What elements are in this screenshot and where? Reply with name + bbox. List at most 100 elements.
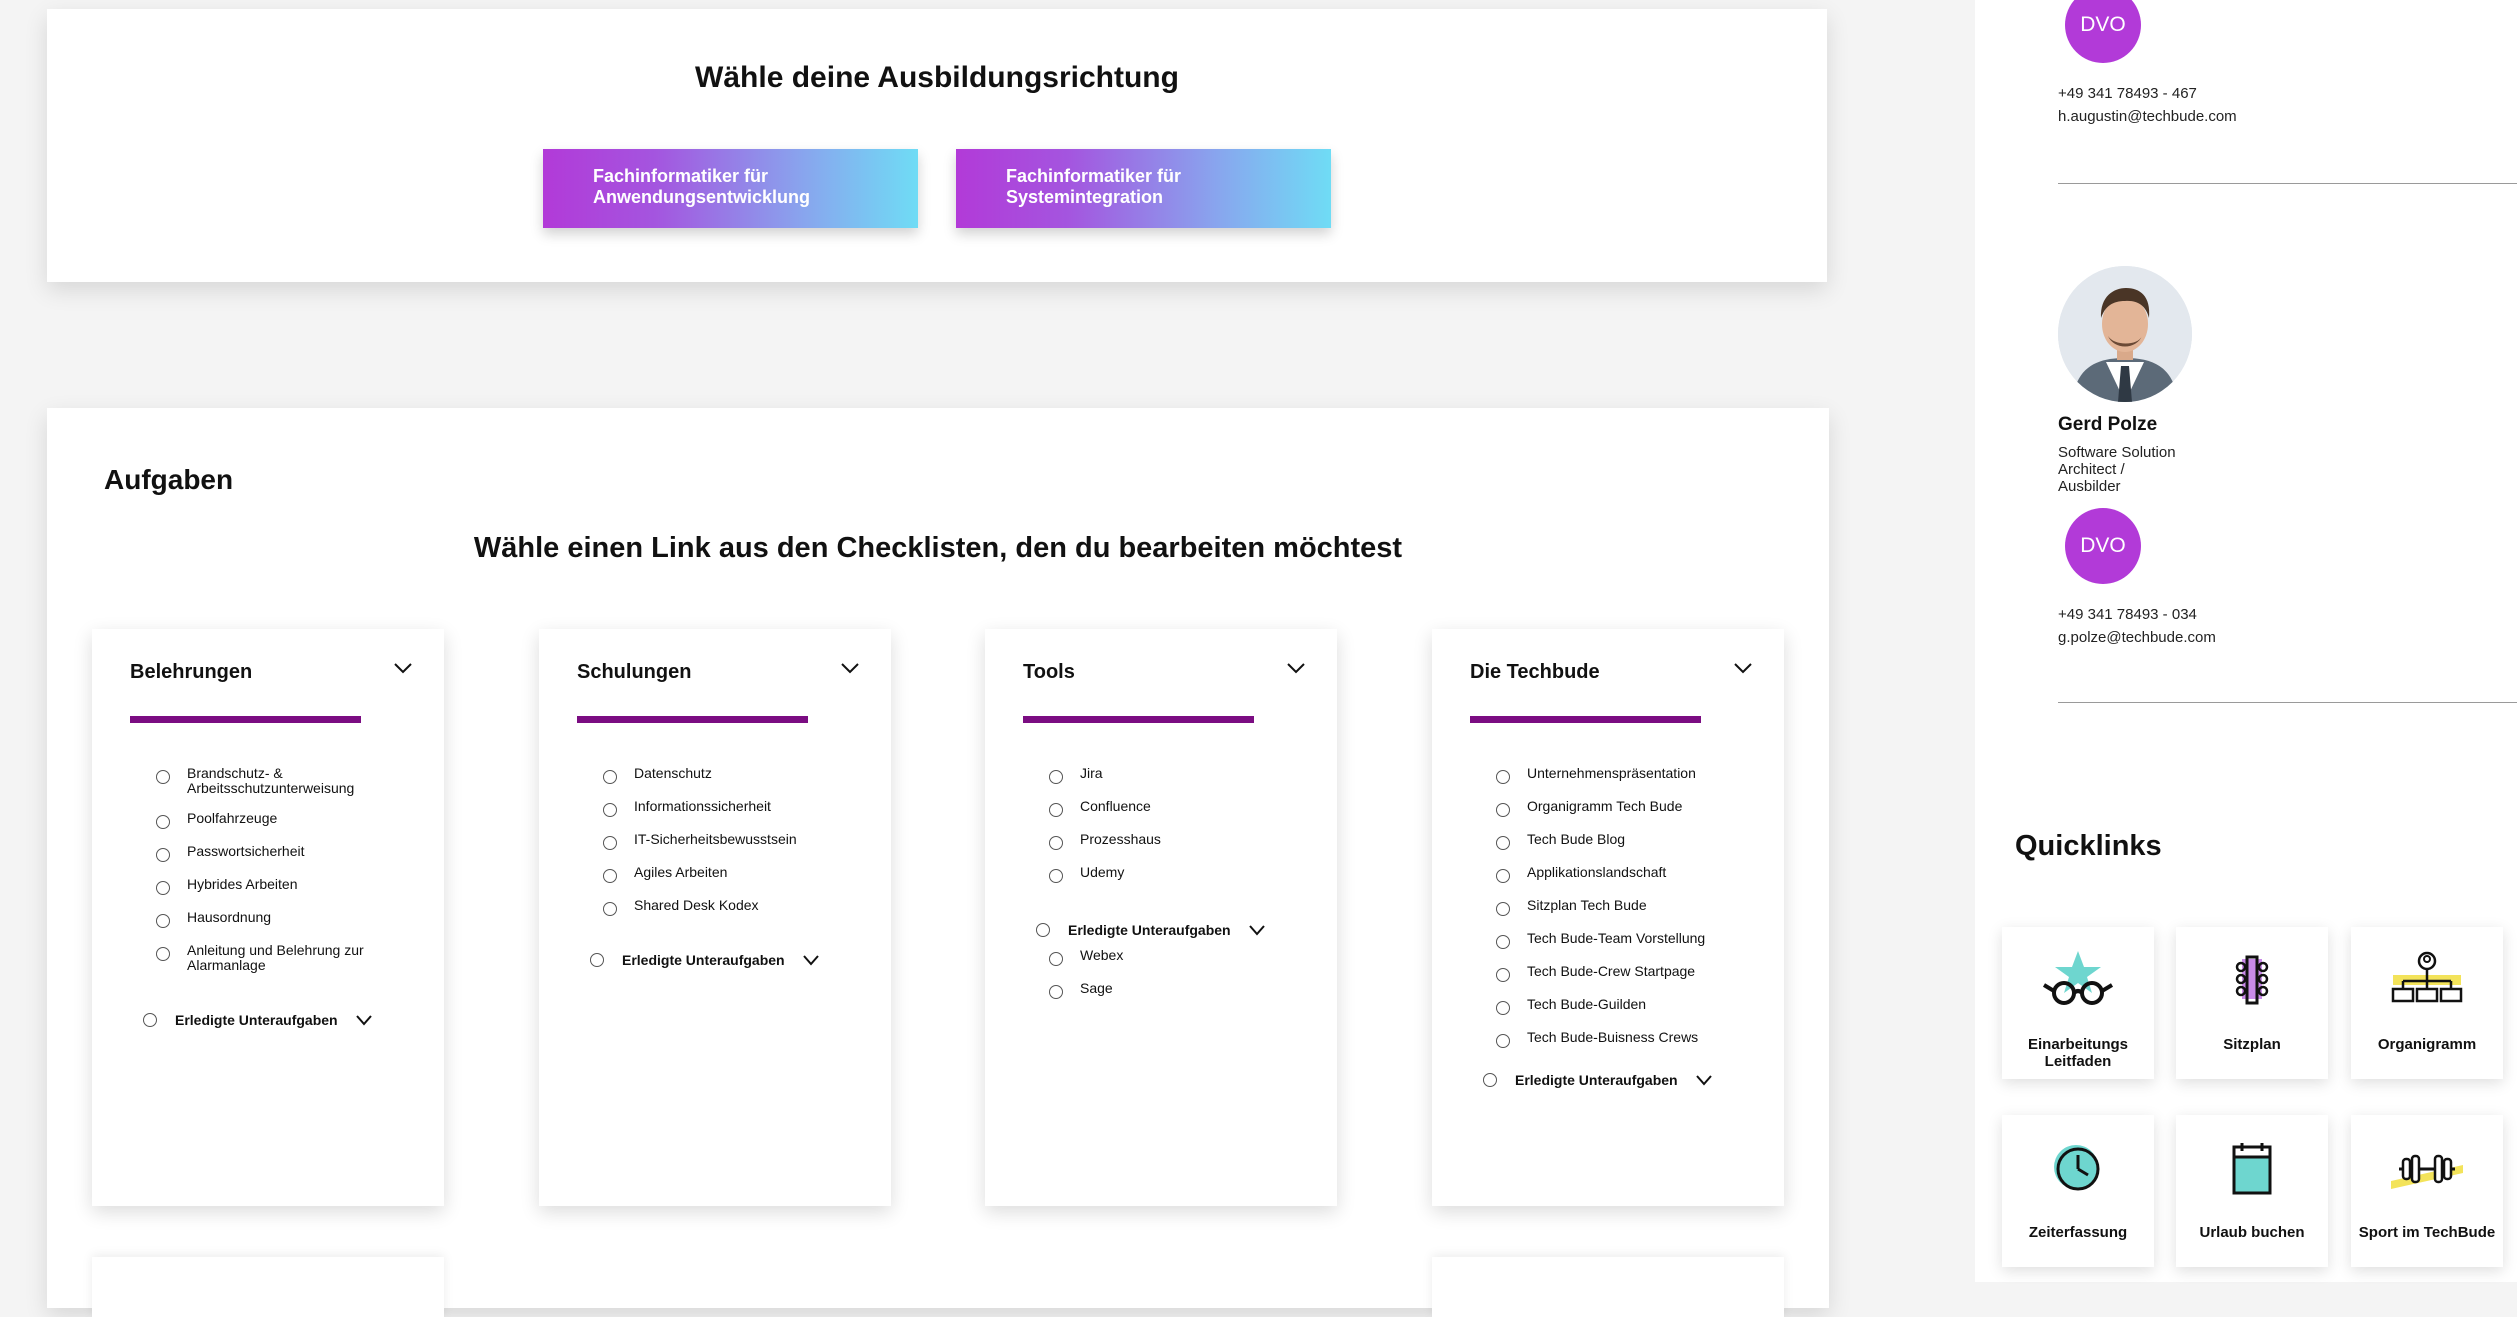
application-development-button[interactable]: Fachinformatiker für Anwendungsentwicklu… xyxy=(543,149,918,228)
checklist-item[interactable]: Tech Bude-Crew Startpage xyxy=(1496,964,1768,982)
radio-button[interactable] xyxy=(156,914,170,928)
checklist-item[interactable]: Brandschutz- & Arbeitsschutzunterweisung xyxy=(156,766,428,796)
contact-phone[interactable]: +49 341 78493 - 467 xyxy=(2058,82,2197,105)
calendar-icon xyxy=(2232,1143,2272,1195)
radio-button[interactable] xyxy=(143,1013,157,1027)
radio-button[interactable] xyxy=(156,815,170,829)
chevron-down-icon[interactable] xyxy=(839,657,861,679)
checklist-item[interactable]: Unternehmenspräsentation xyxy=(1496,766,1768,784)
quicklinks-title: Quicklinks xyxy=(2015,830,2162,862)
avatar xyxy=(2058,266,2192,402)
checklist-card-partial xyxy=(1432,1257,1784,1317)
checklist-item[interactable]: Udemy xyxy=(1049,865,1321,883)
checklist-item[interactable]: Organigramm Tech Bude xyxy=(1496,799,1768,817)
radio-button[interactable] xyxy=(603,869,617,883)
system-integration-button[interactable]: Fachinformatiker für Systemintegration xyxy=(956,149,1331,228)
done-subtasks-toggle[interactable]: Erledigte Unteraufgaben xyxy=(143,1012,374,1028)
radio-button[interactable] xyxy=(1049,836,1063,850)
radio-button[interactable] xyxy=(1049,869,1063,883)
checklist-items: Datenschutz Informationssicherheit IT-Si… xyxy=(603,766,875,931)
checklist-item[interactable]: Hybrides Arbeiten xyxy=(156,877,428,895)
chevron-down-icon[interactable] xyxy=(1285,657,1307,679)
chevron-down-icon[interactable] xyxy=(392,657,414,679)
tasks-subtitle: Wähle einen Link aus den Checklisten, de… xyxy=(473,532,1403,564)
dvo-badge[interactable]: DVO xyxy=(2065,508,2141,584)
radio-button[interactable] xyxy=(603,770,617,784)
radio-button[interactable] xyxy=(1049,803,1063,817)
radio-button[interactable] xyxy=(1496,803,1510,817)
chevron-down-icon[interactable] xyxy=(1732,657,1754,679)
quicklink-sport[interactable]: Sport im TechBude xyxy=(2351,1115,2503,1267)
checklist-item[interactable]: Tech Bude-Team Vorstellung xyxy=(1496,931,1768,949)
tasks-panel: Aufgaben Wähle einen Link aus den Checkl… xyxy=(47,408,1829,1317)
done-subtasks-toggle[interactable]: Erledigte Unteraufgaben xyxy=(1036,922,1267,938)
radio-button[interactable] xyxy=(1036,923,1050,937)
radio-button[interactable] xyxy=(1496,935,1510,949)
quicklink-urlaub[interactable]: Urlaub buchen xyxy=(2176,1115,2328,1267)
radio-button[interactable] xyxy=(156,848,170,862)
radio-button[interactable] xyxy=(156,770,170,784)
checklist-item[interactable]: IT-Sicherheitsbewusstsein xyxy=(603,832,875,850)
radio-button[interactable] xyxy=(1483,1073,1497,1087)
checklist-item[interactable]: Passwortsicherheit xyxy=(156,844,428,862)
checklist-item[interactable]: Confluence xyxy=(1049,799,1321,817)
done-subtasks-toggle[interactable]: Erledigte Unteraufgaben xyxy=(590,952,821,968)
radio-button[interactable] xyxy=(1496,869,1510,883)
radio-button[interactable] xyxy=(1496,968,1510,982)
radio-button[interactable] xyxy=(1049,770,1063,784)
org-chart-icon xyxy=(2391,951,2463,1003)
quicklink-organigramm[interactable]: Organigramm xyxy=(2351,927,2503,1079)
checklist-item[interactable]: Sitzplan Tech Bude xyxy=(1496,898,1768,916)
checklist-item[interactable]: Sage xyxy=(1049,981,1321,999)
training-direction-panel: Wähle deine Ausbildungsrichtung Fachinfo… xyxy=(47,9,1827,282)
checklist-item[interactable]: Tech Bude-Guilden xyxy=(1496,997,1768,1015)
quicklink-einarbeitungsleitfaden[interactable]: Einarbeitungs Leitfaden xyxy=(2002,927,2154,1079)
checklist-item[interactable]: Tech Bude Blog xyxy=(1496,832,1768,850)
quicklink-label: Sport im TechBude xyxy=(2358,1224,2496,1241)
done-subtasks-toggle[interactable]: Erledigte Unteraufgaben xyxy=(1483,1072,1714,1088)
chevron-down-icon[interactable] xyxy=(354,1013,374,1027)
divider xyxy=(2058,702,2517,703)
checklist-item[interactable]: Applikationslandschaft xyxy=(1496,865,1768,883)
radio-button[interactable] xyxy=(156,947,170,961)
radio-button[interactable] xyxy=(1049,952,1063,966)
radio-button[interactable] xyxy=(1049,985,1063,999)
radio-button[interactable] xyxy=(603,803,617,817)
radio-button[interactable] xyxy=(603,836,617,850)
radio-button[interactable] xyxy=(1496,770,1510,784)
radio-button[interactable] xyxy=(603,902,617,916)
quicklink-zeiterfassung[interactable]: Zeiterfassung xyxy=(2002,1115,2154,1267)
chevron-down-icon[interactable] xyxy=(1694,1073,1714,1087)
checklist-card-partial xyxy=(92,1257,444,1317)
checklist-item[interactable]: Webex xyxy=(1049,948,1321,966)
checklist-item[interactable]: Hausordnung xyxy=(156,910,428,928)
checklist-item[interactable]: Prozesshaus xyxy=(1049,832,1321,850)
quicklink-label: Zeiterfassung xyxy=(2028,1224,2128,1241)
checklist-item[interactable]: Agiles Arbeiten xyxy=(603,865,875,883)
quicklink-sitzplan[interactable]: Sitzplan xyxy=(2176,927,2328,1079)
checklist-item[interactable]: Tech Bude-Buisness Crews xyxy=(1496,1030,1768,1048)
card-accent-bar xyxy=(577,716,808,723)
checklist-item[interactable]: Datenschutz xyxy=(603,766,875,784)
chevron-down-icon[interactable] xyxy=(1247,923,1267,937)
contact-email[interactable]: g.polze@techbude.com xyxy=(2058,626,2216,649)
contact-role: Software Solution Architect / Ausbilder xyxy=(2058,444,2176,495)
radio-button[interactable] xyxy=(1496,1034,1510,1048)
contact-phone[interactable]: +49 341 78493 - 034 xyxy=(2058,603,2197,626)
contact-email[interactable]: h.augustin@techbude.com xyxy=(2058,105,2237,128)
dvo-badge[interactable]: DVO xyxy=(2065,0,2141,63)
radio-button[interactable] xyxy=(1496,902,1510,916)
checklist-item[interactable]: Jira xyxy=(1049,766,1321,784)
chevron-down-icon[interactable] xyxy=(801,953,821,967)
card-title: Tools xyxy=(1023,661,1075,683)
checklist-item[interactable]: Informationssicherheit xyxy=(603,799,875,817)
quicklink-label: Einarbeitungs Leitfaden xyxy=(2027,1036,2128,1070)
radio-button[interactable] xyxy=(156,881,170,895)
dumbbell-icon xyxy=(2391,1154,2463,1189)
radio-button[interactable] xyxy=(1496,1001,1510,1015)
checklist-item[interactable]: Anleitung und Belehrung zur Alarmanlage xyxy=(156,943,428,973)
checklist-item[interactable]: Shared Desk Kodex xyxy=(603,898,875,916)
radio-button[interactable] xyxy=(590,953,604,967)
radio-button[interactable] xyxy=(1496,836,1510,850)
checklist-item[interactable]: Poolfahrzeuge xyxy=(156,811,428,829)
